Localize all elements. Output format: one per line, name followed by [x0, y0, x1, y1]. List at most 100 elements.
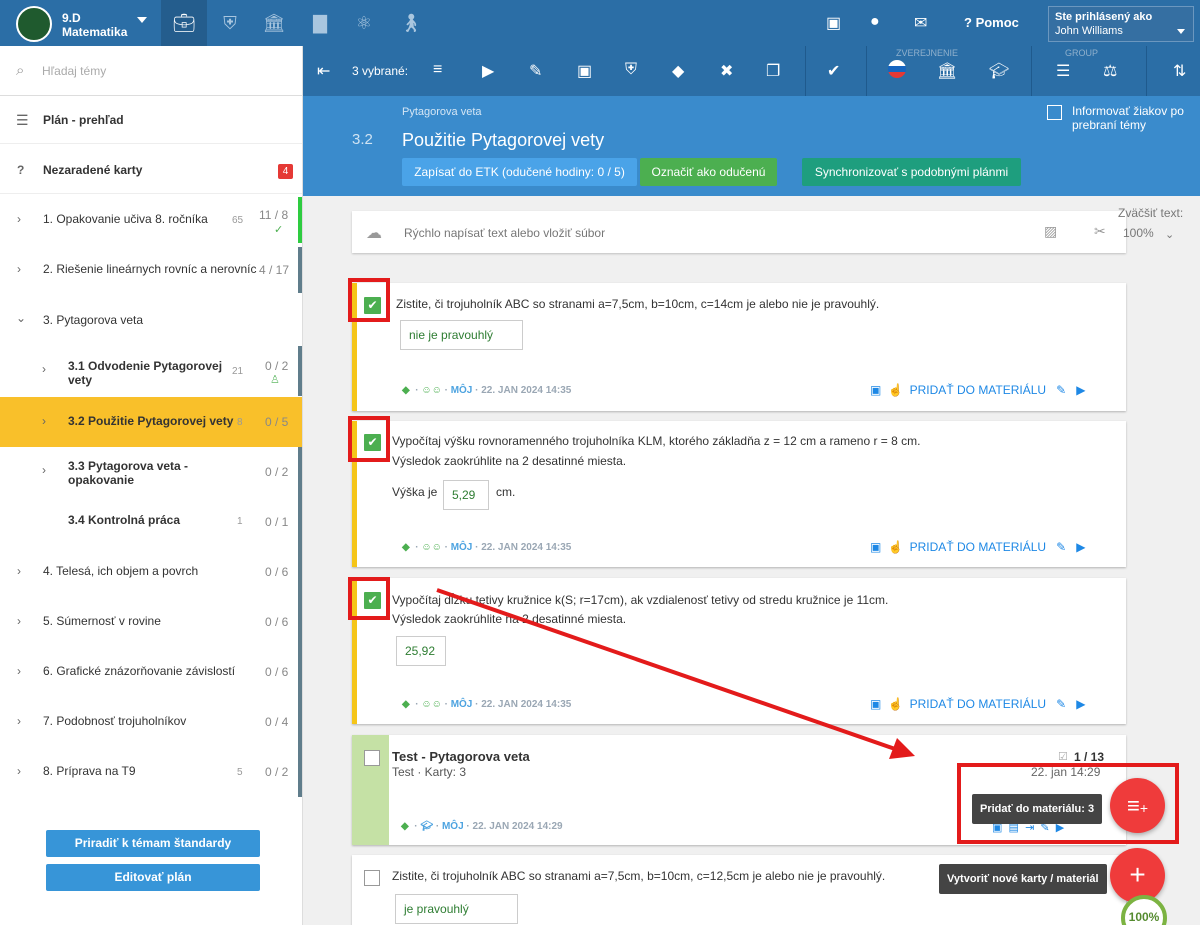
sidebar-item-progress: 0 / 6 [265, 665, 289, 679]
user-icon: ♙ [270, 374, 280, 386]
add-to-list-icon[interactable]: ≡ [433, 61, 442, 79]
edit-icon[interactable]: ✎ [1056, 540, 1066, 554]
sync-plans-button[interactable]: Synchronizovať s podobnými plánmi [802, 158, 1021, 186]
chevron-down-icon[interactable]: ⌄ [1165, 228, 1174, 241]
cast-icon[interactable]: ▣ [826, 13, 841, 33]
card-checkbox[interactable] [364, 870, 380, 886]
search-icon: ⌕ [16, 62, 25, 79]
sidebar-item-progress: 0 / 6 [265, 615, 289, 629]
thumbs-up-icon[interactable]: ☝ [888, 540, 903, 554]
attachment-icon[interactable]: ✂ [1094, 223, 1106, 240]
sidebar-item-topic-3-4[interactable]: 3.4 Kontrolná práca 1 0 / 1 [0, 497, 302, 547]
image-icon[interactable]: ▨ [1044, 223, 1057, 240]
etk-button[interactable]: Zapísať do ETK (odučené hodiny: 0 / 5) [402, 158, 637, 186]
walking-icon[interactable]: 🚶︎ [388, 0, 434, 46]
user-menu[interactable]: Ste prihlásený ako John Williams [1048, 6, 1194, 42]
check-icon[interactable]: ✔ [827, 61, 840, 81]
class-dropdown-icon[interactable] [137, 17, 147, 23]
cast-icon[interactable]: ▣ [870, 697, 881, 711]
highlight-box [348, 416, 390, 462]
assign-standards-button[interactable]: Priradiť k témam štandardy [46, 830, 260, 857]
slovak-flag-icon[interactable] [888, 60, 906, 78]
quick-input[interactable]: ☁ Rýchlo napísať text alebo vložiť súbor… [352, 211, 1126, 253]
sidebar-item-topic-1[interactable]: › 1. Opakovanie učiva 8. ročníka 65 11 /… [0, 195, 302, 245]
add-to-material-tooltip: Pridať do materiálu: 3 [972, 794, 1103, 824]
briefcase-icon[interactable]: 💼︎ [161, 0, 207, 46]
add-to-material-fab[interactable]: ≡+ [1110, 778, 1165, 833]
edit-icon[interactable]: ✎ [1056, 697, 1066, 711]
delete-icon[interactable]: ✖ [720, 61, 733, 81]
sidebar-item-unassigned[interactable]: ? Nezaradené karty 4 [0, 146, 302, 194]
sidebar-item-topic-3[interactable]: ⌄ 3. Pytagorova veta [0, 295, 302, 345]
shield-icon[interactable]: ⛨ [207, 0, 253, 46]
bar-chart-icon[interactable]: ▇ [297, 0, 343, 46]
graduation-cap-icon[interactable]: 🎓︎ [989, 61, 1009, 81]
test-checkbox[interactable] [364, 750, 380, 766]
sidebar-item-topic-3-2[interactable]: › 3.2 Použitie Pytagorovej vety 8 0 / 5 [0, 397, 302, 447]
scales-icon[interactable]: ⚖ [1103, 61, 1117, 81]
sort-icon[interactable]: ⇅ [1173, 61, 1186, 81]
thumbs-up-icon[interactable]: ☝ [888, 383, 903, 397]
upload-cloud-icon[interactable]: ☁ [366, 223, 382, 243]
play-icon[interactable]: ▶ [1076, 540, 1085, 554]
help-link[interactable]: ? Pomoc [964, 15, 1019, 30]
play-icon[interactable]: ▶ [1076, 697, 1085, 711]
tag-icon[interactable]: ◆ [672, 61, 684, 81]
sidebar-item-topic-8[interactable]: › 8. Príprava na T9 5 0 / 2 [0, 747, 302, 797]
group-icon: ☺☺ [421, 699, 442, 710]
play-icon[interactable]: ▶ [482, 61, 494, 81]
add-to-material-link[interactable]: PRIDAŤ DO MATERIÁLU [910, 540, 1046, 554]
institution-icon[interactable]: 🏛︎ [251, 0, 297, 46]
chevron-right-icon: › [42, 362, 46, 376]
sidebar-item-topic-6[interactable]: › 6. Grafické znázorňovanie závislostí 0… [0, 647, 302, 697]
search-bar[interactable]: ⌕ Hľadaj témy [0, 46, 303, 96]
chat-icon[interactable]: ● [870, 13, 880, 31]
play-icon[interactable]: ▶ [1076, 383, 1085, 397]
chevron-right-icon: › [17, 564, 21, 578]
cast-icon[interactable]: ▣ [870, 383, 881, 397]
card-1[interactable]: ✔ Zistite, či trojuholník ABC so stranam… [352, 283, 1126, 411]
chevron-right-icon: › [17, 212, 21, 226]
mail-icon[interactable]: ✉ [914, 13, 927, 33]
search-input[interactable]: Hľadaj témy [42, 64, 106, 78]
tag-icon[interactable]: ◆ [402, 542, 410, 553]
cast-icon[interactable]: ▣ [577, 61, 592, 81]
card-2[interactable]: ✔ Vypočítaj výšku rovnoramenného trojuho… [352, 421, 1126, 567]
card-instruction: Výsledok zaokrúhlite na 2 desatinné mies… [392, 612, 627, 626]
tag-icon[interactable]: ◆ [402, 385, 410, 396]
cast-icon[interactable]: ▣ [870, 540, 881, 554]
institution-icon[interactable]: 🏛︎ [937, 61, 957, 81]
tag-icon[interactable]: ◆ [401, 821, 409, 832]
database-icon[interactable]: ☰ [1056, 61, 1070, 81]
owner-label: MÔJ [450, 699, 473, 710]
publish-caption: ZVEREJNENIE [896, 48, 959, 58]
owner-label: MÔJ [450, 385, 473, 396]
atom-icon[interactable]: ⚛ [341, 0, 387, 46]
sidebar-item-topic-5[interactable]: › 5. Súmernosť v rovine 0 / 6 [0, 597, 302, 647]
mark-taught-button[interactable]: Označiť ako odučenú [640, 158, 777, 186]
class-avatar[interactable] [16, 6, 52, 42]
breadcrumb[interactable]: Pytagorova veta [402, 106, 482, 118]
zoom-select[interactable]: 100% [1123, 226, 1154, 240]
sidebar-item-plan[interactable]: ☰ Plán - prehľad [0, 98, 302, 144]
sidebar-item-topic-7[interactable]: › 7. Podobnosť trojuholníkov 0 / 4 [0, 697, 302, 747]
sidebar-item-topic-2[interactable]: › 2. Riešenie lineárnych rovníc a nerovn… [0, 245, 302, 295]
shield-icon[interactable]: ⛨ [625, 61, 637, 79]
thumbs-up-icon[interactable]: ☝ [888, 697, 903, 711]
add-to-material-link[interactable]: PRIDAŤ DO MATERIÁLU [910, 383, 1046, 397]
sidebar-item-progress: 0 / 6 [265, 565, 289, 579]
inform-students-checkbox[interactable] [1047, 105, 1062, 120]
edit-icon[interactable]: ✎ [529, 61, 542, 81]
copy-icon[interactable]: ❐ [766, 61, 780, 81]
sidebar-item-topic-3-3[interactable]: › 3.3 Pytagorova veta - opakovanie 0 / 2 [0, 447, 302, 497]
sidebar-item-topic-4[interactable]: › 4. Telesá, ich objem a povrch 0 / 6 [0, 547, 302, 597]
add-to-material-link[interactable]: PRIDAŤ DO MATERIÁLU [910, 697, 1046, 711]
sidebar-item-topic-3-1[interactable]: › 3.1 Odvodenie Pytagorovej vety 21 0 / … [0, 346, 302, 396]
edit-plan-button[interactable]: Editovať plán [46, 864, 260, 891]
collapse-left-icon[interactable]: ⇤ [317, 61, 330, 81]
sidebar-item-label: 5. Súmernosť v rovine [43, 614, 161, 628]
tag-icon[interactable]: ◆ [402, 699, 410, 710]
edit-icon[interactable]: ✎ [1056, 383, 1066, 397]
card-3[interactable]: ✔ Vypočítaj dĺžku tetivy kružnice k(S; r… [352, 578, 1126, 724]
class-name[interactable]: 9.D Matematika [62, 11, 132, 39]
